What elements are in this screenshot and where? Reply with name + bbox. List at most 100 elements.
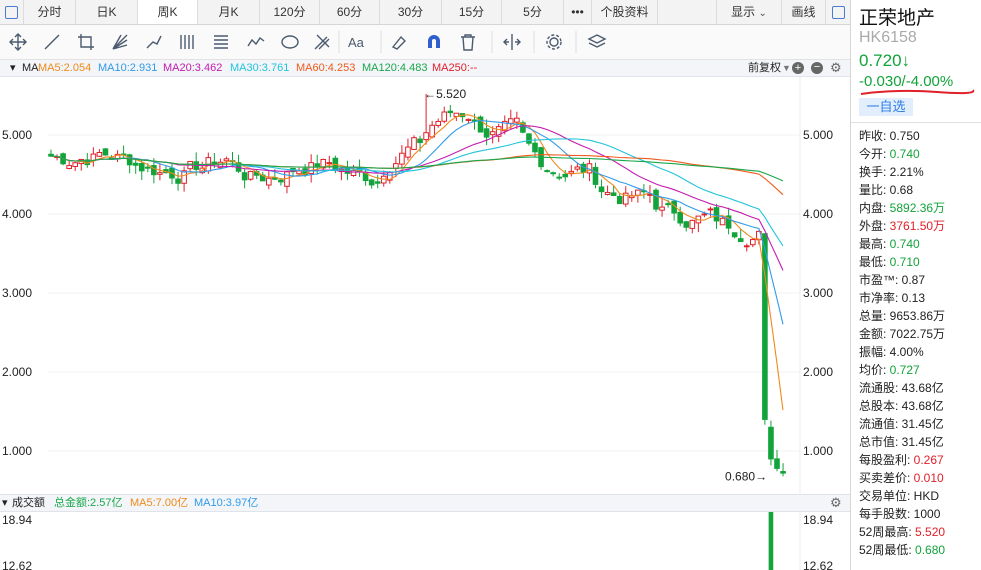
candle	[132, 158, 139, 174]
channel-icon[interactable]	[214, 35, 228, 49]
candle	[84, 152, 91, 168]
adjust-mode-button[interactable]: 前复权	[748, 60, 781, 76]
quote-row-14: 均价: 0.727	[859, 361, 920, 379]
tab-6[interactable]: 60分	[320, 0, 380, 24]
quote-label: 量比:	[859, 183, 887, 197]
candle	[441, 106, 448, 124]
candle	[181, 166, 187, 192]
ma-value-6: MA120:4.483	[362, 62, 428, 74]
drawing-toolbar: Aa	[0, 25, 850, 60]
candle	[477, 115, 484, 133]
quote-value: 5892.36万	[886, 201, 946, 215]
text-icon[interactable]: Aa	[348, 35, 365, 50]
tab-2[interactable]: 日K	[76, 0, 138, 24]
tab-7[interactable]: 30分	[380, 0, 442, 24]
line-icon[interactable]	[44, 34, 60, 50]
quote-value: 0.750	[886, 129, 920, 143]
add-watchlist-button[interactable]: 一自选	[859, 98, 913, 116]
plus-icon[interactable]: +	[792, 62, 804, 74]
ellipse-icon[interactable]	[281, 35, 299, 49]
candle	[635, 189, 641, 203]
volume-chart: 18.94 18.94 12.62 12.62	[2, 512, 833, 570]
quote-row-18: 总市值: 31.45亿	[859, 433, 944, 451]
candle	[532, 138, 538, 157]
volume-chevron-icon[interactable]: ▾	[2, 495, 8, 511]
trash-icon[interactable]	[461, 34, 475, 51]
divider	[851, 122, 981, 123]
candle	[411, 135, 417, 150]
kline-chart[interactable]: 5.000 5.000 4.000 4.000 3.000 3.000 2.000 2.000…	[0, 77, 850, 494]
y-tick-label-left: 4.000	[2, 207, 32, 221]
ma-chevron-icon[interactable]: ▾	[10, 60, 16, 76]
quote-value: 7022.75万	[886, 327, 946, 341]
right-panel-toggle-button[interactable]	[826, 0, 850, 24]
quote-row-9: 市盈™: 0.87	[859, 271, 925, 289]
crop-icon[interactable]	[78, 34, 94, 50]
quote-label: 市盈™:	[859, 273, 899, 287]
quote-label: 流通值:	[859, 417, 899, 431]
candle	[423, 93, 429, 145]
tab-4[interactable]: 月K	[198, 0, 260, 24]
tab-10[interactable]: •••	[564, 0, 592, 24]
ma-value-1: MA5:2.054	[38, 62, 92, 74]
stock-name: 正荣地产	[859, 8, 936, 29]
current-price: 0.720↓	[859, 51, 911, 70]
tab-3[interactable]: 周K	[138, 0, 198, 24]
quote-label: 内盘:	[859, 201, 887, 215]
candle	[544, 169, 550, 173]
quote-row-11: 总量: 9653.86万	[859, 307, 945, 325]
max-price-marker: ←5.520	[424, 87, 466, 101]
candle	[368, 178, 375, 189]
fan-icon[interactable]	[112, 34, 128, 50]
quote-label: 均价:	[859, 363, 887, 377]
volume-tick-left: 18.94	[2, 513, 32, 527]
layers-icon[interactable]	[587, 34, 607, 48]
quote-row-22: 每手股数: 1000	[859, 505, 940, 523]
tab-11[interactable]: 个股资料	[592, 0, 658, 24]
ma-name: MA	[22, 62, 39, 74]
candle	[556, 173, 563, 181]
quote-value: 0.710	[886, 255, 920, 269]
y-tick-label-left: 1.000	[2, 444, 32, 458]
tab-9[interactable]: 5分	[502, 0, 564, 24]
eraser-icon[interactable]	[391, 35, 406, 50]
quote-label: 换手:	[859, 165, 887, 179]
quote-value: 31.45亿	[898, 435, 944, 449]
cycle-icon[interactable]	[180, 35, 194, 49]
quote-value: 0.87	[898, 273, 926, 287]
volume-tick-left: 12.62	[2, 559, 32, 570]
fork-icon[interactable]	[314, 34, 330, 50]
panel-icon	[831, 6, 845, 20]
display-menu-button[interactable]: 显示 ⌄	[716, 0, 782, 24]
minus-icon[interactable]: −	[811, 62, 823, 74]
magnet-icon[interactable]	[428, 35, 440, 48]
wave-icon[interactable]	[247, 36, 265, 47]
candle	[653, 188, 659, 212]
quote-label: 外盘:	[859, 219, 887, 233]
gear-icon[interactable]: ⚙	[830, 495, 842, 511]
quote-value: 5.520	[911, 525, 946, 539]
settings-icon[interactable]	[546, 34, 562, 50]
tab-8[interactable]: 15分	[442, 0, 502, 24]
quote-panel: 正荣地产 HK6158 0.720↓ -0.030/-4.00% 一自选 昨收:…	[850, 0, 981, 570]
sidebar-toggle-button[interactable]	[0, 0, 24, 24]
tab-1[interactable]: 分时	[24, 0, 76, 24]
quote-row-24: 52周最低: 0.680	[859, 541, 945, 559]
gear-icon[interactable]: ⚙	[830, 60, 842, 76]
pattern-icon[interactable]	[146, 35, 162, 49]
candle	[241, 168, 248, 189]
chevron-down-icon: ⌄	[758, 8, 767, 19]
quote-label: 总市值:	[859, 435, 899, 449]
tab-5[interactable]: 120分	[260, 0, 320, 24]
candle	[780, 463, 786, 477]
candle	[689, 219, 696, 234]
y-tick-label-right: 2.000	[803, 365, 833, 379]
candle	[405, 138, 411, 161]
split-icon[interactable]	[503, 34, 521, 50]
draw-line-button[interactable]: 画线	[782, 0, 826, 24]
quote-row-19: 每股盈利: 0.267	[859, 451, 944, 469]
quote-label: 每手股数:	[859, 507, 911, 521]
y-tick-label-right: 4.000	[803, 207, 833, 221]
ma-value-2: MA10:2.931	[98, 62, 158, 74]
move-icon[interactable]	[9, 33, 27, 51]
